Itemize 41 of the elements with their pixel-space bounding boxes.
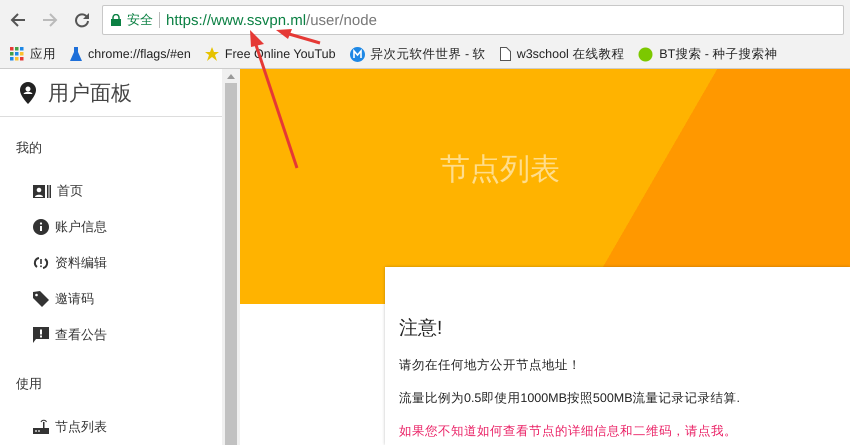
bookmark-link[interactable]: chrome://flags/#en xyxy=(70,47,191,61)
sidebar-item[interactable]: 账户信息 xyxy=(0,209,222,245)
notice-text: 请勿在任何地方公开节点地址！ xyxy=(399,357,582,374)
section-heading: 我的 xyxy=(15,139,43,157)
notice-text: 流量比例为0.5即使用1000MB按照500MB流量记录记录结算. xyxy=(399,390,742,407)
logo-icon xyxy=(350,46,365,62)
router-icon xyxy=(33,419,49,435)
sidebar-item[interactable]: 查看公告 xyxy=(0,317,222,353)
sidebar-title: 用户面板 xyxy=(48,80,132,106)
page-title: 节点列表 xyxy=(440,152,560,188)
sidebar-item[interactable]: 节点列表 xyxy=(0,409,222,445)
star-icon xyxy=(204,47,219,61)
scrollbar[interactable] xyxy=(222,69,240,445)
help-link[interactable]: 如果您不知道如何查看节点的详细信息和二维码，请点我。 xyxy=(399,423,836,440)
section-heading: 使用 xyxy=(15,375,43,393)
secure-label: 安全 xyxy=(127,11,153,29)
page-icon xyxy=(500,47,511,61)
address-bar[interactable]: 安全 https://www.ssvpn.ml/user/node xyxy=(102,5,844,35)
tag-icon xyxy=(33,291,49,307)
sidebar-item[interactable]: 资料编辑 xyxy=(0,245,222,281)
scroll-up-arrow-icon[interactable] xyxy=(227,73,235,79)
id-card-icon xyxy=(33,184,51,198)
apps-grid-icon xyxy=(10,47,24,61)
bookmark-link[interactable]: w3school 在线教程 xyxy=(500,46,624,62)
bookmark-link[interactable]: BT搜索 - 种子搜索神 xyxy=(638,46,778,62)
forward-arrow-icon xyxy=(42,12,58,28)
sidebar-item[interactable]: 首页 xyxy=(0,173,222,209)
bookmark-link[interactable]: 应用 xyxy=(10,46,56,62)
back-arrow-icon xyxy=(10,12,26,28)
announcement-icon xyxy=(33,327,49,343)
reload-icon xyxy=(74,12,90,28)
sync-alert-icon xyxy=(33,255,49,271)
flask-icon xyxy=(70,47,82,61)
info-icon xyxy=(33,219,49,235)
url-text: https://www.ssvpn.ml/user/node xyxy=(166,12,377,28)
notice-title: 注意! xyxy=(399,317,444,341)
lock-icon xyxy=(111,14,121,26)
sidebar-item[interactable]: 邀请码 xyxy=(0,281,222,317)
ball-icon xyxy=(638,46,654,62)
bookmark-link[interactable]: 异次元软件世界 - 软 xyxy=(350,46,486,62)
location-pin-icon xyxy=(20,82,36,104)
